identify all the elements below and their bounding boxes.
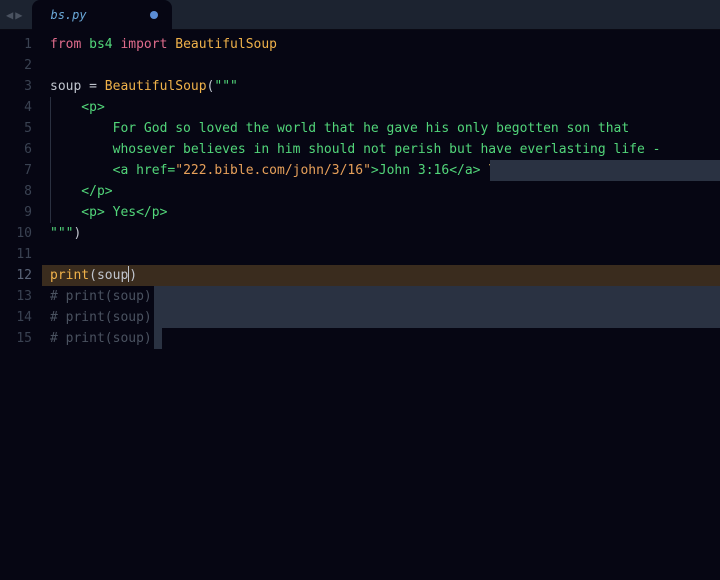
nav-arrows: ◀ ▶: [0, 8, 28, 22]
editor[interactable]: 123456789101112131415 from bs4 import Be…: [0, 30, 720, 580]
code-line[interactable]: # print(soup): [42, 328, 720, 349]
line-number: 11: [0, 244, 42, 265]
line-number: 5: [0, 118, 42, 139]
code-line-active[interactable]: print(soup): [42, 265, 720, 286]
code-line[interactable]: # print(soup): [42, 286, 720, 307]
line-number: 3: [0, 76, 42, 97]
line-number: 4: [0, 97, 42, 118]
line-number: 10: [0, 223, 42, 244]
code-line[interactable]: For God so loved the world that he gave …: [42, 118, 720, 139]
tab-bar: ◀ ▶ bs.py: [0, 0, 720, 30]
line-number: 13: [0, 286, 42, 307]
line-number: 1: [0, 34, 42, 55]
line-number: 6: [0, 139, 42, 160]
gutter: 123456789101112131415: [0, 30, 42, 580]
code-line[interactable]: </p>: [42, 181, 720, 202]
line-number: 9: [0, 202, 42, 223]
line-number: 14: [0, 307, 42, 328]
nav-forward-icon[interactable]: ▶: [15, 8, 22, 22]
code-line[interactable]: [42, 244, 720, 265]
file-tab[interactable]: bs.py: [32, 0, 172, 30]
code-line[interactable]: <a href="222.bible.com/john/3/16">John 3…: [42, 160, 720, 181]
code-area[interactable]: from bs4 import BeautifulSoup soup = Bea…: [42, 30, 720, 580]
code-line[interactable]: """): [42, 223, 720, 244]
line-number: 12: [0, 265, 42, 286]
line-number: 2: [0, 55, 42, 76]
code-line[interactable]: [42, 55, 720, 76]
code-line[interactable]: # print(soup): [42, 307, 720, 328]
code-line[interactable]: from bs4 import BeautifulSoup: [42, 34, 720, 55]
line-number: 8: [0, 181, 42, 202]
dirty-dot-icon: [150, 11, 158, 19]
line-number: 15: [0, 328, 42, 349]
code-line[interactable]: <p>: [42, 97, 720, 118]
code-line[interactable]: soup = BeautifulSoup(""": [42, 76, 720, 97]
nav-back-icon[interactable]: ◀: [6, 8, 13, 22]
code-line[interactable]: whosever believes in him should not peri…: [42, 139, 720, 160]
tab-dirty-indicator: [130, 11, 158, 19]
code-line[interactable]: <p> Yes</p>: [42, 202, 720, 223]
line-number: 7: [0, 160, 42, 181]
tab-filename: bs.py: [50, 8, 86, 22]
